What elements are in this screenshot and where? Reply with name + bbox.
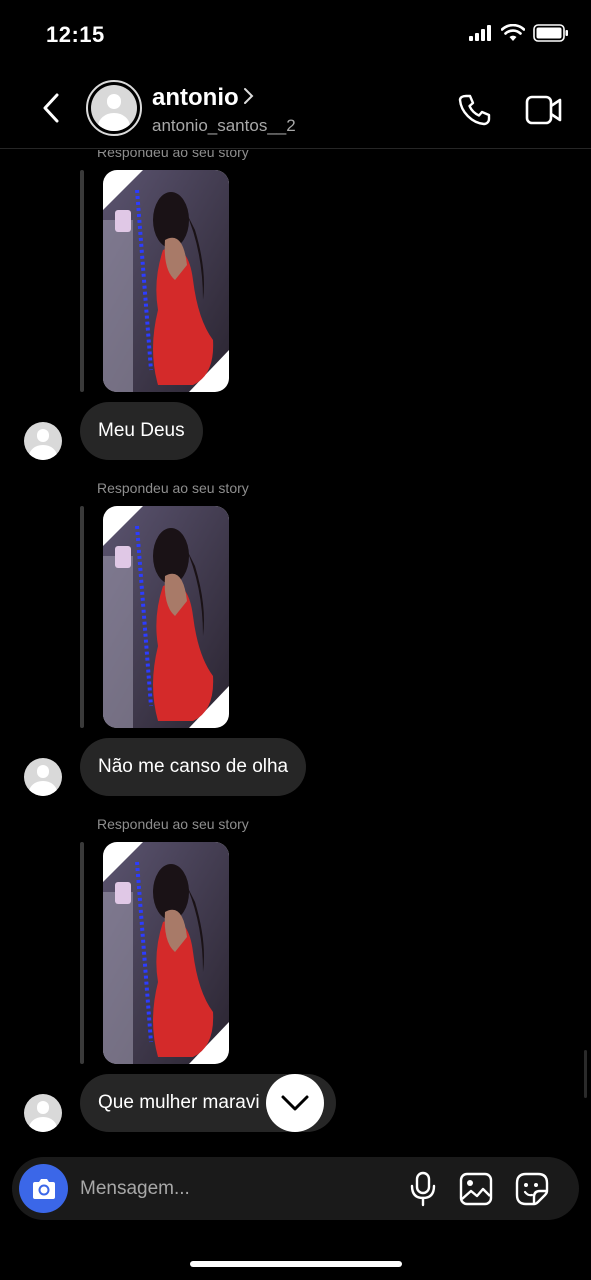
gallery-button[interactable] [458,1171,494,1207]
story-thumbnail[interactable] [103,842,229,1064]
story-reply-label: Respondeu ao seu story [97,150,249,160]
story-image [103,506,229,728]
voice-message-button[interactable] [408,1171,438,1207]
scrollbar[interactable] [584,1050,587,1098]
battery-icon [533,24,568,42]
message-bubble[interactable]: Não me canso de olha [80,738,307,796]
status-icons [469,24,569,42]
video-call-button[interactable] [524,92,564,128]
image-icon [459,1172,493,1206]
sender-avatar[interactable] [24,1094,62,1132]
story-thumbnail[interactable] [103,506,229,728]
story-image [103,170,229,392]
story-thumbnail[interactable] [103,170,229,392]
microphone-icon [410,1171,436,1207]
message-bubble[interactable]: Meu Deus [80,402,203,460]
camera-icon [32,1178,55,1199]
home-indicator[interactable] [190,1261,402,1267]
audio-call-button[interactable] [456,92,492,128]
message-input[interactable] [80,1157,380,1220]
story-image [103,842,229,1064]
chevron-down-icon [281,1095,309,1111]
contact-username[interactable]: antonio_santos__2 [152,116,296,136]
phone-icon [458,94,491,126]
sticker-icon [515,1172,549,1206]
reply-quote-bar [80,842,84,1064]
sender-avatar[interactable] [24,422,62,460]
video-camera-icon [525,95,562,125]
scroll-to-bottom-button[interactable] [266,1074,324,1132]
sender-avatar[interactable] [24,758,62,796]
story-reply-label: Respondeu ao seu story [97,480,249,496]
back-button[interactable] [36,90,66,126]
contact-name[interactable]: antonio [152,84,239,112]
signal-icon [469,25,491,41]
message-thread[interactable]: Respondeu ao seu story Meu Deus Responde… [0,150,591,1150]
chevron-left-icon [43,93,59,123]
message-composer [12,1157,579,1220]
story-reply-label: Respondeu ao seu story [97,816,249,832]
chat-header: antonio antonio_santos__2 [0,70,591,149]
contact-avatar[interactable] [86,80,142,136]
wifi-icon [501,24,525,41]
reply-quote-bar [80,170,84,392]
status-bar: 12:15 [0,0,591,70]
camera-button[interactable] [19,1164,68,1213]
reply-quote-bar [80,506,84,728]
sticker-button[interactable] [514,1171,550,1207]
default-avatar-icon [91,85,137,131]
chevron-right-icon [243,87,255,110]
status-time: 12:15 [46,22,105,47]
